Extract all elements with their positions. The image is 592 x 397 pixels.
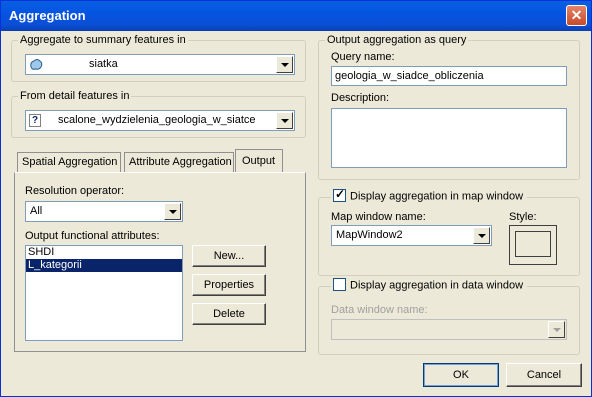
chevron-down-icon[interactable] [473, 227, 490, 244]
tab-spatial-aggregation-label: Spatial Aggregation [22, 156, 118, 168]
unknown-layer-icon: ? [29, 114, 41, 127]
tab-attribute-aggregation-label: Attribute Aggregation [129, 156, 232, 168]
detail-layer-select[interactable]: ? scalone_wydzielenia_geologia_w_siatce [25, 110, 295, 131]
query-name-label: Query name: [331, 51, 395, 63]
chevron-down-icon[interactable] [276, 56, 293, 73]
style-label: Style: [509, 211, 537, 223]
chevron-down-icon[interactable] [164, 203, 181, 220]
chevron-down-icon[interactable] [548, 321, 565, 338]
title-bar[interactable]: Aggregation ✕ [1, 1, 591, 31]
window-title: Aggregation [9, 8, 86, 23]
detail-group: From detail features in ? scalone_wydzie… [11, 90, 306, 138]
description-textarea[interactable] [331, 108, 567, 168]
aggregate-group-legend: Aggregate to summary features in [18, 34, 188, 46]
attribute-properties-button-label: Properties [203, 279, 255, 291]
delete-attribute-button-label: Delete [213, 308, 245, 320]
map-window-group: Display aggregation in map window Map wi… [318, 187, 580, 276]
tab-spatial-aggregation[interactable]: Spatial Aggregation [17, 152, 121, 172]
list-item[interactable]: SHDI [26, 246, 182, 259]
polygon-layer-icon [30, 59, 43, 70]
cancel-button[interactable]: Cancel [506, 363, 582, 387]
new-attribute-button[interactable]: New... [192, 245, 266, 267]
display-map-label: Display aggregation in map window [350, 190, 524, 203]
output-attributes-list[interactable]: SHDI L_kategorii [25, 245, 183, 341]
new-attribute-button-label: New... [213, 250, 245, 262]
data-window-group-legend: Display aggregation in data window [331, 278, 528, 292]
tab-attribute-aggregation[interactable]: Attribute Aggregation [124, 152, 234, 172]
close-icon[interactable]: ✕ [566, 5, 587, 26]
map-window-group-legend: Display aggregation in map window [331, 187, 528, 203]
aggregate-layer-select[interactable]: siatka [25, 54, 295, 75]
output-tab-panel: Resolution operator: All Output function… [14, 172, 306, 352]
query-name-value: geologia_w_siadce_obliczenia [335, 70, 484, 82]
attribute-properties-button[interactable]: Properties [192, 274, 266, 296]
aggregation-dialog: Aggregation ✕ Aggregate to summary featu… [0, 0, 592, 397]
style-swatch [515, 231, 551, 257]
data-window-group: Display aggregation in data window Data … [318, 278, 580, 355]
display-map-checkbox[interactable] [333, 187, 346, 202]
resolution-operator-label: Resolution operator: [25, 185, 125, 197]
query-group-legend: Output aggregation as query [325, 34, 469, 46]
detail-layer-value: scalone_wydzielenia_geologia_w_siatce [58, 114, 256, 126]
delete-attribute-button[interactable]: Delete [192, 303, 266, 325]
resolution-operator-select[interactable]: All [25, 201, 183, 222]
display-data-checkbox[interactable] [333, 278, 346, 291]
ok-button[interactable]: OK [423, 363, 499, 387]
resolution-operator-value: All [30, 205, 43, 217]
chevron-down-icon[interactable] [276, 112, 293, 129]
list-item[interactable]: L_kategorii [26, 259, 182, 272]
data-window-name-label: Data window name: [331, 304, 428, 316]
output-attributes-label: Output functional attributes: [25, 230, 160, 242]
aggregate-group: Aggregate to summary features in siatka [11, 34, 306, 82]
aggregate-layer-value: siatka [89, 58, 118, 70]
map-window-name-label: Map window name: [331, 211, 426, 223]
display-data-label: Display aggregation in data window [350, 279, 524, 292]
description-label: Description: [331, 92, 390, 104]
detail-group-legend: From detail features in [18, 90, 132, 102]
style-preview-button[interactable] [509, 225, 557, 265]
tab-output-label: Output [242, 155, 276, 167]
query-group: Output aggregation as query Query name: … [318, 34, 580, 180]
map-window-value: MapWindow2 [336, 229, 403, 241]
query-name-input[interactable]: geologia_w_siadce_obliczenia [331, 66, 567, 86]
map-window-select[interactable]: MapWindow2 [331, 225, 492, 246]
ok-button-label: OK [453, 369, 469, 381]
data-window-select[interactable] [331, 319, 567, 340]
tab-output[interactable]: Output [235, 149, 283, 173]
cancel-button-label: Cancel [526, 369, 562, 381]
